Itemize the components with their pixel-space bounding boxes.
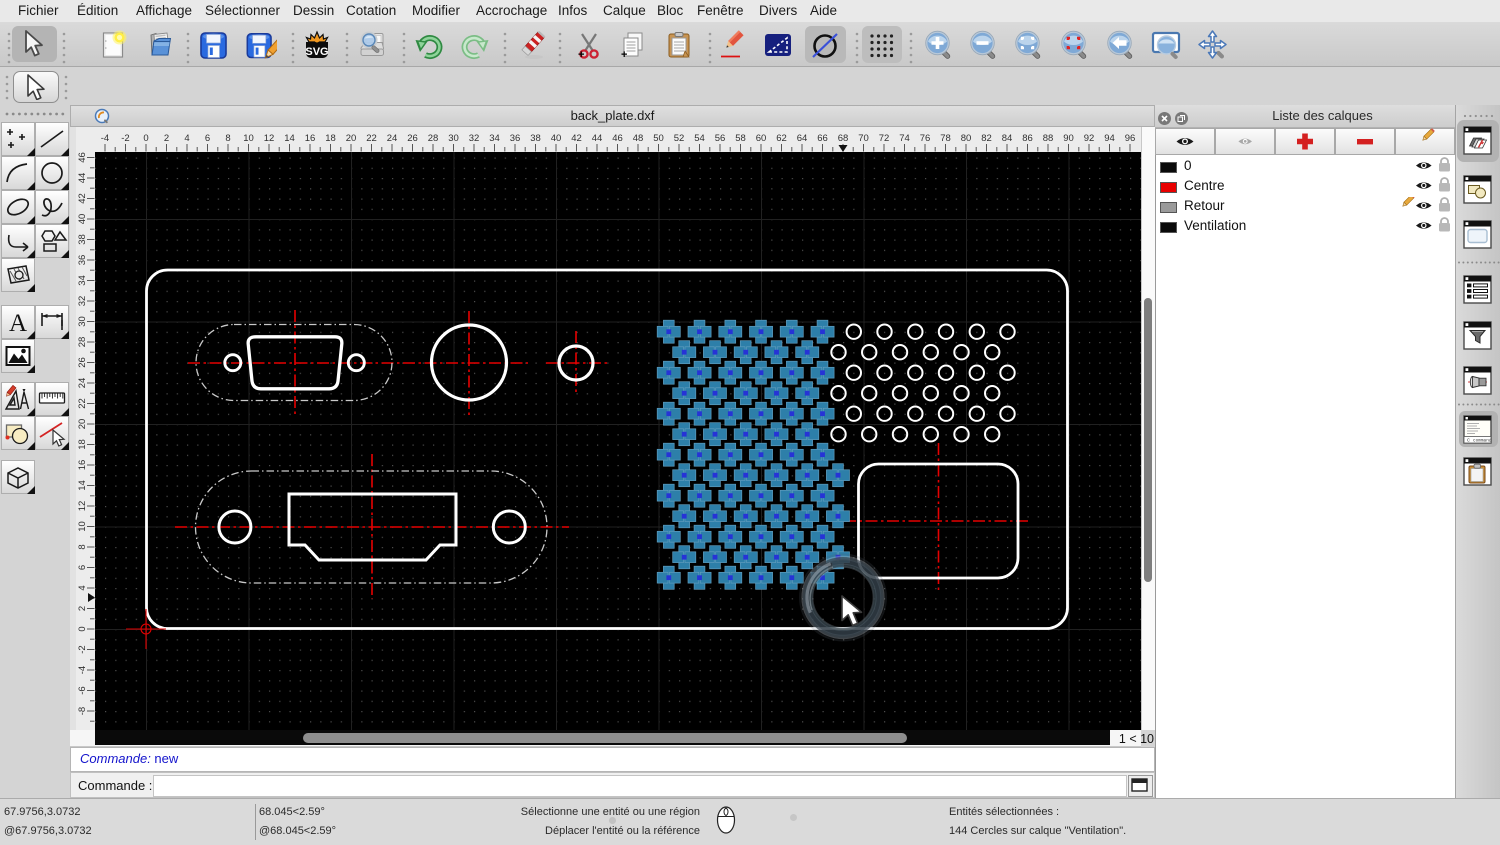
svg-text:72: 72 bbox=[879, 133, 890, 144]
svg-text:42: 42 bbox=[571, 133, 582, 144]
svg-text:70: 70 bbox=[858, 133, 869, 144]
svg-text:28: 28 bbox=[77, 337, 88, 348]
svg-text:38: 38 bbox=[530, 133, 541, 144]
svg-text:14: 14 bbox=[284, 133, 295, 144]
svg-text:76: 76 bbox=[920, 133, 931, 144]
svg-text:50: 50 bbox=[653, 133, 664, 144]
svg-text:68: 68 bbox=[838, 133, 849, 144]
svg-text:36: 36 bbox=[77, 255, 88, 266]
svg-text:40: 40 bbox=[551, 133, 562, 144]
svg-text:42: 42 bbox=[77, 193, 88, 204]
svg-text:88: 88 bbox=[1043, 133, 1054, 144]
svg-text:2: 2 bbox=[164, 133, 169, 144]
svg-text:64: 64 bbox=[797, 133, 808, 144]
svg-text:48: 48 bbox=[633, 133, 644, 144]
svg-text:96: 96 bbox=[1125, 133, 1136, 144]
svg-text:A: A bbox=[9, 310, 27, 337]
svg-text:84: 84 bbox=[1002, 133, 1013, 144]
svg-text:-4: -4 bbox=[101, 133, 109, 144]
svg-text:22: 22 bbox=[77, 398, 88, 409]
svg-text:62: 62 bbox=[776, 133, 787, 144]
svg-text:-4: -4 bbox=[77, 666, 88, 674]
svg-text:44: 44 bbox=[592, 133, 603, 144]
svg-text:14: 14 bbox=[77, 480, 88, 491]
svg-text:32: 32 bbox=[77, 296, 88, 307]
svg-text:34: 34 bbox=[77, 275, 88, 286]
svg-text:94: 94 bbox=[1104, 133, 1115, 144]
svg-text:12: 12 bbox=[264, 133, 275, 144]
svg-text:38: 38 bbox=[77, 234, 88, 245]
svg-text:46: 46 bbox=[77, 152, 88, 163]
svg-text:4: 4 bbox=[184, 133, 189, 144]
svg-text:56: 56 bbox=[715, 133, 726, 144]
svg-text:24: 24 bbox=[77, 378, 88, 389]
svg-text:0: 0 bbox=[77, 626, 88, 631]
svg-text:32: 32 bbox=[469, 133, 480, 144]
svg-text:20: 20 bbox=[77, 419, 88, 430]
svg-text:-8: -8 bbox=[77, 707, 88, 715]
svg-text:66: 66 bbox=[817, 133, 828, 144]
svg-text:26: 26 bbox=[77, 357, 88, 368]
svg-text:82: 82 bbox=[981, 133, 992, 144]
svg-text:44: 44 bbox=[77, 173, 88, 184]
svg-text:26: 26 bbox=[407, 133, 418, 144]
svg-text:8: 8 bbox=[225, 133, 230, 144]
svg-text:36: 36 bbox=[510, 133, 521, 144]
svg-text:74: 74 bbox=[899, 133, 910, 144]
svg-text:80: 80 bbox=[961, 133, 972, 144]
svg-text:c command: c command bbox=[1467, 438, 1492, 444]
svg-text:90: 90 bbox=[1063, 133, 1074, 144]
svg-text:SVG: SVG bbox=[305, 46, 328, 58]
svg-text:16: 16 bbox=[77, 460, 88, 471]
svg-text:6: 6 bbox=[77, 565, 88, 570]
svg-text:54: 54 bbox=[694, 133, 705, 144]
svg-text:52: 52 bbox=[674, 133, 685, 144]
svg-text:40: 40 bbox=[77, 214, 88, 225]
svg-text:10: 10 bbox=[77, 521, 88, 532]
svg-text:18: 18 bbox=[325, 133, 336, 144]
svg-text:10: 10 bbox=[243, 133, 254, 144]
svg-text:18: 18 bbox=[77, 439, 88, 450]
svg-text:92: 92 bbox=[1084, 133, 1095, 144]
svg-text:2: 2 bbox=[77, 606, 88, 611]
svg-text:86: 86 bbox=[1022, 133, 1033, 144]
svg-text:+: + bbox=[578, 49, 584, 61]
svg-text:0: 0 bbox=[143, 133, 148, 144]
svg-text:16: 16 bbox=[305, 133, 316, 144]
svg-text:30: 30 bbox=[448, 133, 459, 144]
svg-text:22: 22 bbox=[366, 133, 377, 144]
svg-text:24: 24 bbox=[387, 133, 398, 144]
svg-text:30: 30 bbox=[77, 316, 88, 327]
svg-text:12: 12 bbox=[77, 501, 88, 512]
svg-text:-2: -2 bbox=[121, 133, 129, 144]
svg-text:58: 58 bbox=[735, 133, 746, 144]
svg-text:6: 6 bbox=[205, 133, 210, 144]
svg-text:20: 20 bbox=[346, 133, 357, 144]
svg-text:+: + bbox=[621, 49, 627, 61]
svg-text:4: 4 bbox=[77, 585, 88, 590]
svg-text:60: 60 bbox=[756, 133, 767, 144]
svg-text:-6: -6 bbox=[77, 686, 88, 694]
svg-text:78: 78 bbox=[940, 133, 951, 144]
svg-text:34: 34 bbox=[489, 133, 500, 144]
svg-text:-2: -2 bbox=[77, 645, 88, 653]
svg-text:46: 46 bbox=[612, 133, 623, 144]
svg-text:8: 8 bbox=[77, 544, 88, 549]
svg-text:28: 28 bbox=[428, 133, 439, 144]
